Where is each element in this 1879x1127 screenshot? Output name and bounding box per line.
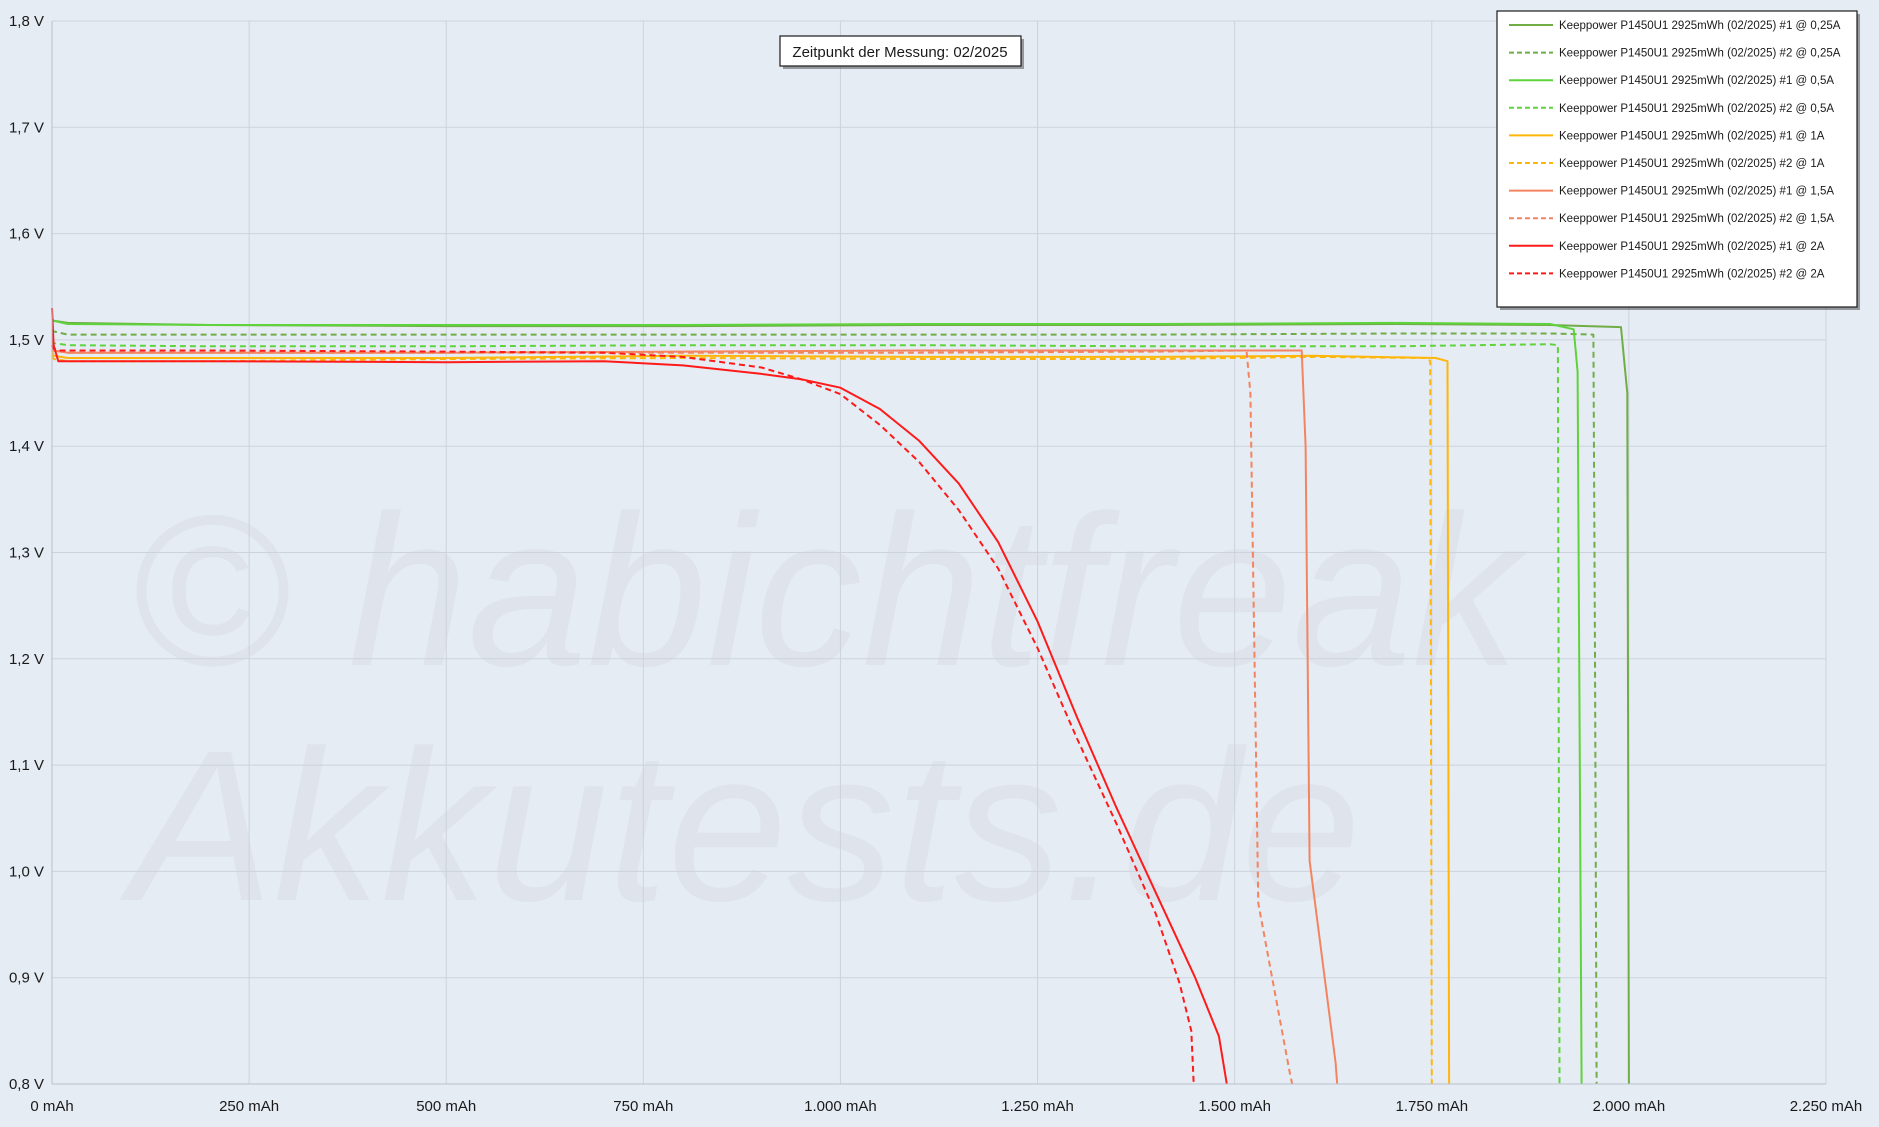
y-tick-label: 1,4 V <box>9 438 44 455</box>
x-tick-label: 1.000 mAh <box>804 1098 877 1115</box>
x-tick-label: 250 mAh <box>219 1098 279 1115</box>
x-tick-label: 2.250 mAh <box>1790 1098 1863 1115</box>
y-tick-label: 1,0 V <box>9 863 44 880</box>
x-tick-label: 0 mAh <box>30 1098 73 1115</box>
y-tick-label: 1,8 V <box>9 13 44 30</box>
legend-label-1: Keeppower P1450U1 2925mWh (02/2025) #1 @… <box>1559 20 1841 32</box>
legend-label-9: Keeppower P1450U1 2925mWh (02/2025) #1 @… <box>1559 241 1825 253</box>
x-tick-label: 1.500 mAh <box>1198 1098 1271 1115</box>
y-tick-label: 1,6 V <box>9 226 44 243</box>
legend-label-2: Keeppower P1450U1 2925mWh (02/2025) #2 @… <box>1559 48 1841 60</box>
watermark-line-1: © habichtfreak <box>130 470 1529 711</box>
measurement-date-annotation: Zeitpunkt der Messung: 02/2025 <box>792 44 1007 61</box>
legend-label-8: Keeppower P1450U1 2925mWh (02/2025) #2 @… <box>1559 213 1834 225</box>
chart-root: © habichtfreak Akkutests.de 0,8 V 0,9 V 1,… <box>0 0 1879 1122</box>
watermark: © habichtfreak Akkutests.de <box>119 470 1529 946</box>
legend-label-3: Keeppower P1450U1 2925mWh (02/2025) #1 @… <box>1559 75 1834 87</box>
legend-label-10: Keeppower P1450U1 2925mWh (02/2025) #2 @… <box>1559 268 1825 280</box>
y-tick-label: 1,5 V <box>9 332 44 349</box>
x-tick-label: 1.750 mAh <box>1396 1098 1469 1115</box>
y-tick-label: 1,2 V <box>9 651 44 668</box>
y-tick-label: 1,7 V <box>9 119 44 136</box>
x-tick-label: 1.250 mAh <box>1001 1098 1074 1115</box>
legend-label-4: Keeppower P1450U1 2925mWh (02/2025) #2 @… <box>1559 103 1834 115</box>
annotation-box: Zeitpunkt der Messung: 02/2025 <box>779 35 1024 69</box>
legend-label-7: Keeppower P1450U1 2925mWh (02/2025) #1 @… <box>1559 186 1834 198</box>
x-tick-label: 2.000 mAh <box>1593 1098 1666 1115</box>
legend-label-6: Keeppower P1450U1 2925mWh (02/2025) #2 @… <box>1559 158 1825 170</box>
x-tick-label: 500 mAh <box>416 1098 476 1115</box>
discharge-chart: © habichtfreak Akkutests.de 0,8 V 0,9 V 1,… <box>0 0 1879 1122</box>
watermark-line-2: Akkutests.de <box>119 705 1361 946</box>
legend-label-5: Keeppower P1450U1 2925mWh (02/2025) #1 @… <box>1559 130 1825 142</box>
y-tick-label: 1,1 V <box>9 757 44 774</box>
y-tick-label: 0,8 V <box>9 1076 44 1093</box>
y-tick-label: 0,9 V <box>9 970 44 987</box>
x-tick-label: 750 mAh <box>613 1098 673 1115</box>
y-tick-label: 1,3 V <box>9 545 44 562</box>
legend: Keeppower P1450U1 2925mWh (02/2025) #1 @… <box>1496 10 1860 310</box>
